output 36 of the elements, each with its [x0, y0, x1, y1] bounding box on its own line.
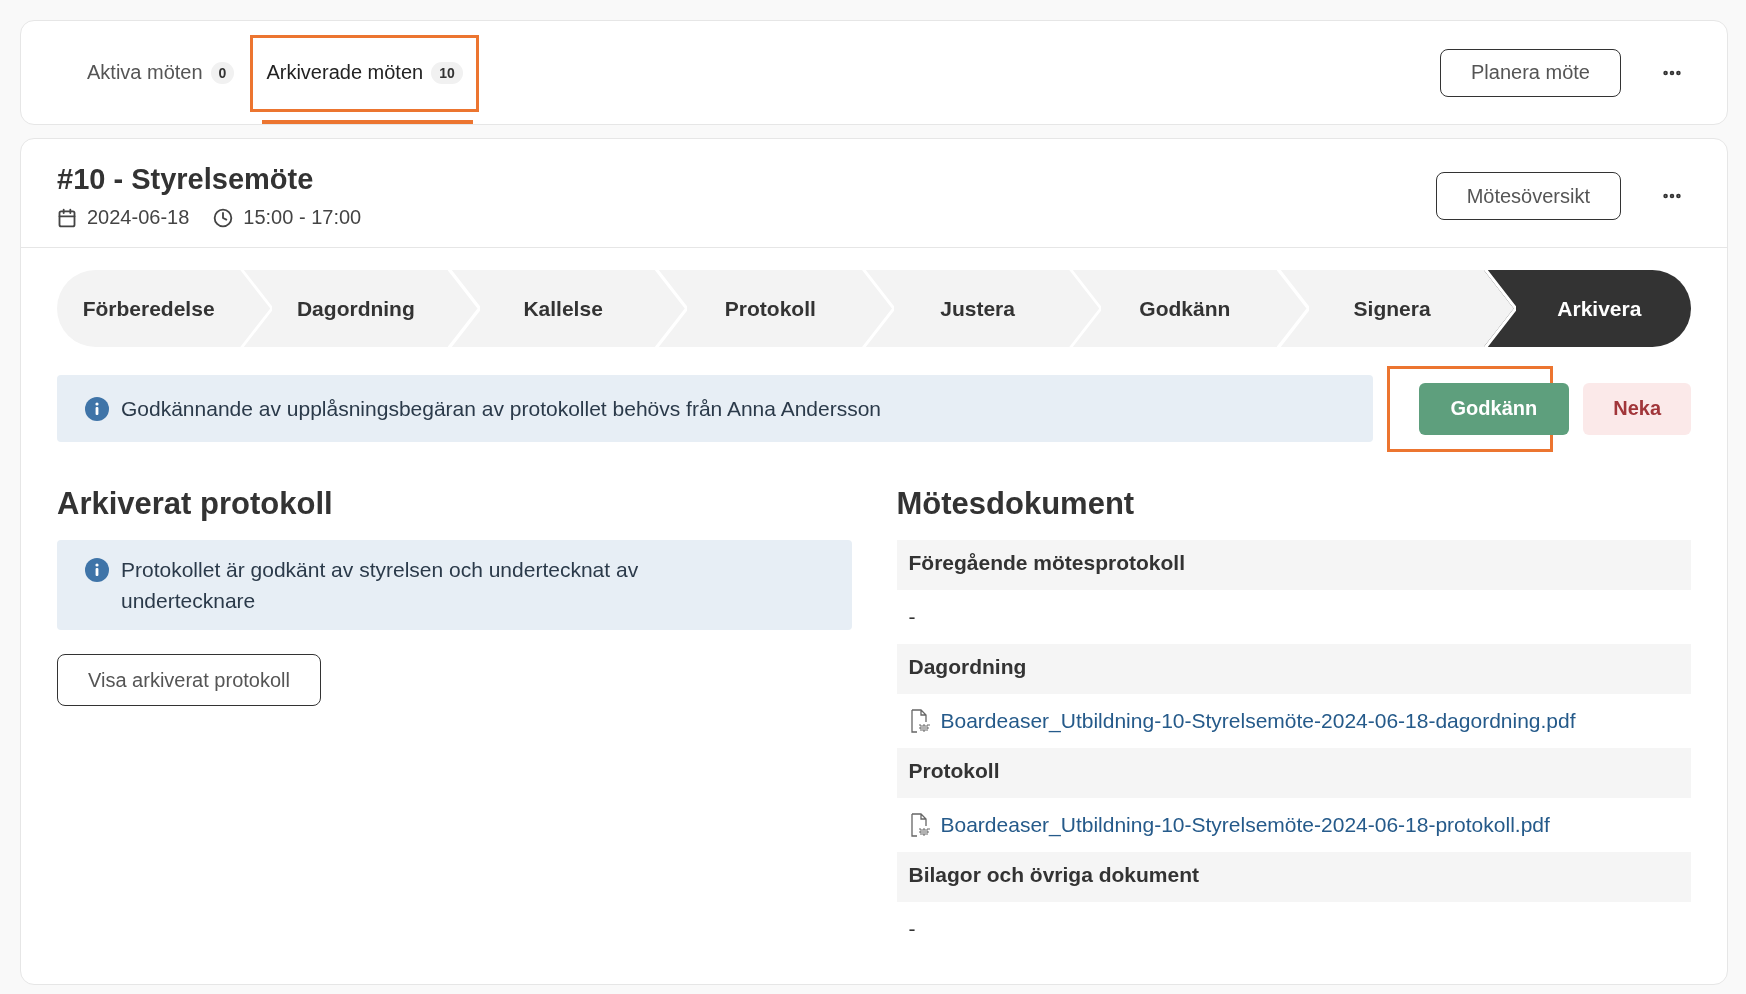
step[interactable]: Arkivera	[1483, 270, 1691, 347]
step[interactable]: Signera	[1276, 270, 1484, 347]
overview-button[interactable]: Mötesöversikt	[1435, 172, 1621, 220]
count-badge: 10	[431, 61, 463, 84]
calendar-icon	[57, 207, 77, 228]
info-icon	[85, 558, 109, 582]
pdf-file-icon	[908, 813, 931, 837]
count-badge: 0	[210, 61, 235, 84]
meeting-title: #10 - Styrelsemöte	[57, 163, 315, 196]
tab[interactable]: Aktiva möten 0	[71, 21, 251, 124]
document-group-header: Protokoll	[896, 748, 1691, 798]
info-icon	[85, 397, 109, 421]
pdf-file-icon	[908, 709, 931, 733]
document-group-header: Föregående mötesprotokoll	[896, 540, 1691, 590]
empty-value: -	[908, 917, 916, 941]
approval-message: Godkännande av upplåsningsbegäran av protokollet behövs från Anna Andersson	[121, 396, 882, 422]
clock-icon	[213, 207, 234, 228]
section-heading: Arkiverat protokoll	[57, 486, 333, 522]
reject-button[interactable]: Neka	[1583, 382, 1691, 435]
file-link[interactable]: Boardeaser_Utbildning-10-Styrelsemöte-2024-06-18-dagordning.pdf	[940, 709, 1576, 733]
view-protocol-button[interactable]: Visa arkiverat protokoll	[57, 654, 321, 706]
step[interactable]: Kallelse	[447, 270, 655, 347]
step[interactable]: Förberedelse	[57, 270, 241, 347]
step[interactable]: Justera	[862, 270, 1070, 347]
empty-value: -	[908, 605, 916, 629]
document-group-header: Bilagor och övriga dokument	[896, 852, 1691, 902]
document-group-header: Dagordning	[896, 644, 1691, 694]
section-heading: Mötesdokument	[896, 486, 1135, 522]
protocol-message: Protokollet är godkänt av styrelsen och undertecknat av undertecknare	[121, 557, 640, 614]
step[interactable]: Protokoll	[654, 270, 862, 347]
file-link[interactable]: Boardeaser_Utbildning-10-Styrelsemöte-2024-06-18-protokoll.pdf	[940, 813, 1550, 837]
plan-meeting-button[interactable]: Planera möte	[1440, 48, 1621, 97]
step[interactable]: Dagordning	[240, 270, 448, 347]
step[interactable]: Godkänn	[1069, 270, 1277, 347]
meeting-date: 2024-06-18	[87, 206, 190, 229]
meeting-time: 15:00 - 17:00	[243, 206, 362, 229]
